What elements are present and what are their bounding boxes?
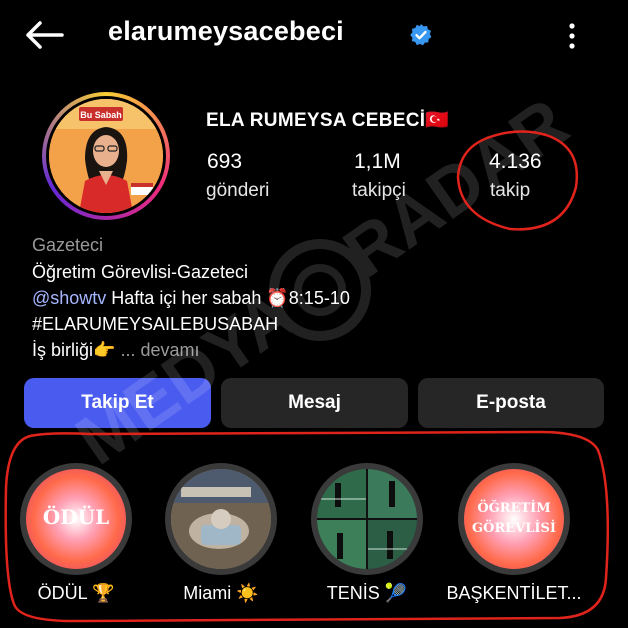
highlight-cover-text: ÖĞRETİM GÖREVLİSİ (472, 501, 556, 536)
avatar-caption: Bu Sabah (80, 110, 122, 120)
highlight-photo (171, 469, 271, 569)
highlight-cover-text: ÖDÜL (42, 505, 110, 529)
follow-button[interactable]: Takip Et (24, 378, 211, 428)
highlight-item[interactable]: TENİS 🎾 (311, 463, 423, 603)
highlight-cover (171, 469, 271, 569)
bio-line: Öğretim Görevlisi-Gazeteci (32, 262, 249, 282)
display-name: ELA RUMEYSA CEBECİ🇹🇷 (206, 110, 450, 131)
highlight-cover: ÖĞRETİM GÖREVLİSİ (464, 469, 564, 569)
highlight-label: BAŞKENTİLET... (446, 583, 582, 603)
highlight-item[interactable]: ÖĞRETİM GÖREVLİSİ BAŞKENTİLET... (446, 463, 582, 603)
mention-link[interactable]: @showtv (32, 288, 106, 308)
followers-label[interactable]: takipçi (352, 180, 406, 202)
posts-count[interactable]: 693 (207, 150, 242, 174)
highlight-ring[interactable] (165, 463, 277, 575)
bio-category: Gazeteci (32, 235, 104, 255)
bio-line: @showtv Hafta içi her sabah ⏰8:15-10 (32, 288, 350, 309)
more-link[interactable]: ... devamı (115, 340, 199, 360)
highlight-item[interactable]: Miami ☀️ (165, 463, 277, 603)
message-button[interactable]: Mesaj (221, 378, 408, 428)
email-button[interactable]: E-posta (418, 378, 604, 428)
hashtag-link[interactable]: #ELARUMEYSAILEBUSABAH (32, 314, 278, 335)
bio-text: İş birliği👉 (32, 340, 116, 360)
followers-count[interactable]: 1,1M (354, 150, 401, 174)
avatar-photo: Bu Sabah (49, 99, 163, 213)
avatar[interactable]: Bu Sabah (46, 96, 166, 216)
verified-badge-icon (410, 24, 432, 46)
back-arrow-icon[interactable] (24, 20, 64, 50)
more-vertical-icon[interactable] (560, 20, 584, 52)
bio-line: İş birliği👉 ... devamı (32, 340, 199, 361)
highlight-cover: ÖDÜL (26, 469, 126, 569)
highlight-ring[interactable] (311, 463, 423, 575)
following-count[interactable]: 4.136 (489, 150, 542, 174)
posts-label[interactable]: gönderi (206, 180, 269, 202)
highlight-ring[interactable]: ÖĞRETİM GÖREVLİSİ (458, 463, 570, 575)
highlight-ring[interactable]: ÖDÜL (20, 463, 132, 575)
following-label[interactable]: takip (490, 180, 530, 202)
profile-username: elarumeysacebeci (108, 16, 344, 46)
highlight-photo (317, 469, 417, 569)
highlight-item[interactable]: ÖDÜL ÖDÜL 🏆 (20, 463, 132, 603)
highlight-cover (317, 469, 417, 569)
avatar-illustration: Bu Sabah (49, 99, 163, 213)
top-bar: elarumeysacebeci (0, 0, 628, 72)
bio-text: Hafta içi her sabah ⏰8:15-10 (106, 288, 350, 308)
story-ring[interactable]: Bu Sabah (42, 92, 170, 220)
